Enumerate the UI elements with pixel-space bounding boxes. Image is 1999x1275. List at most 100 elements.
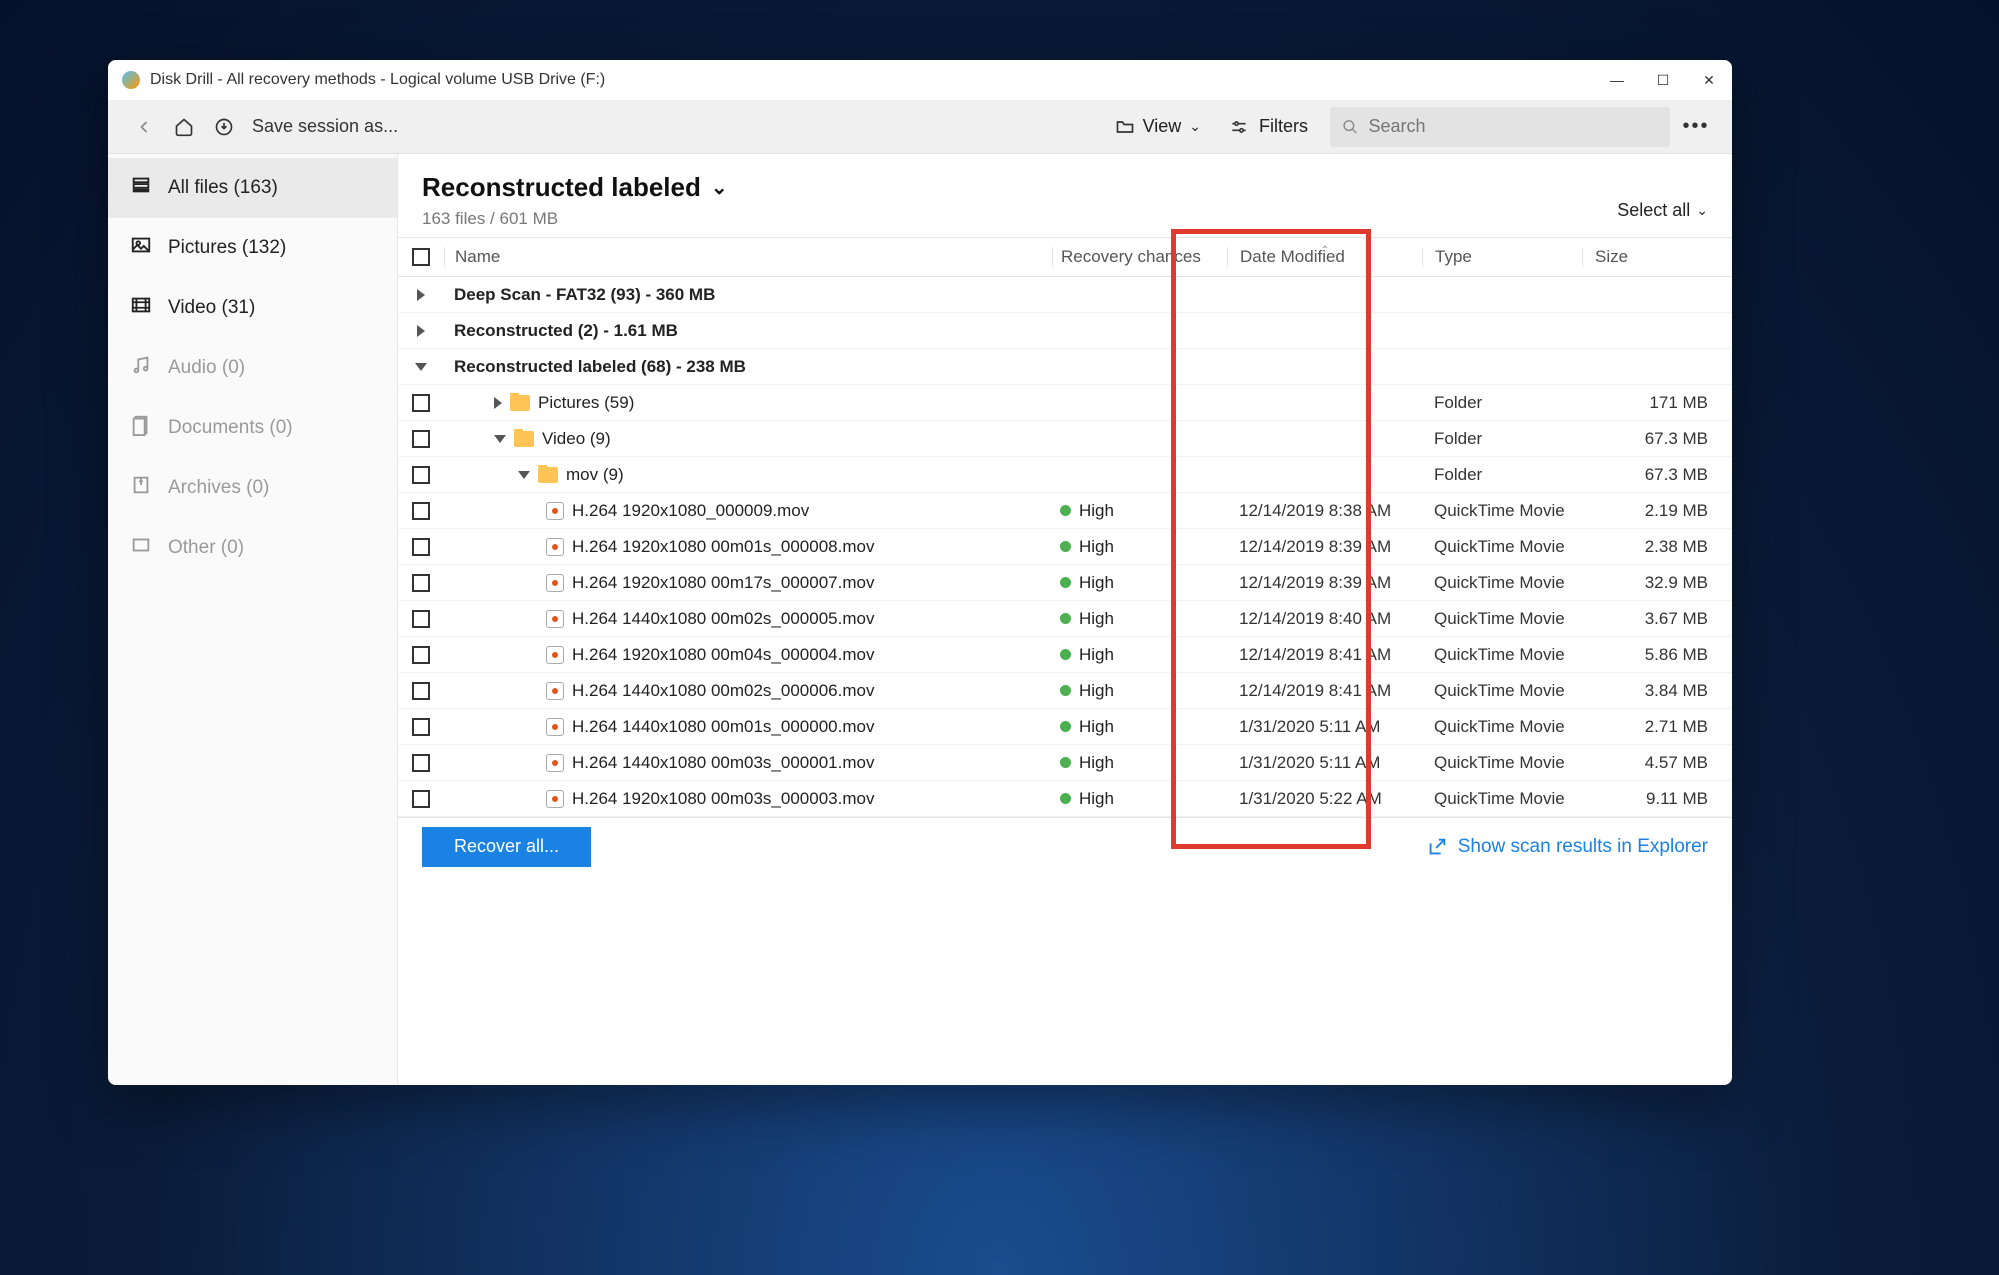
cell-size: 171 MB — [1582, 393, 1732, 413]
cell-size: 32.9 MB — [1582, 573, 1732, 593]
file-name: H.264 1920x1080 00m17s_000007.mov — [572, 573, 874, 593]
group-name: Deep Scan - FAT32 (93) - 360 MB — [454, 285, 715, 305]
row-checkbox[interactable] — [412, 790, 430, 808]
cell-recovery: High — [1079, 537, 1114, 557]
minimize-button[interactable]: — — [1594, 60, 1640, 100]
row-checkbox[interactable] — [412, 754, 430, 772]
file-name: H.264 1440x1080 00m03s_000001.mov — [572, 753, 874, 773]
window-title: Disk Drill - All recovery methods - Logi… — [150, 71, 1594, 89]
folder-row[interactable]: Pictures (59)Folder171 MB — [398, 385, 1732, 421]
file-row[interactable]: H.264 1920x1080 00m01s_000008.movHigh12/… — [398, 529, 1732, 565]
recovery-dot-icon — [1060, 685, 1071, 696]
more-button[interactable]: ••• — [1676, 107, 1716, 147]
select-all-checkbox[interactable] — [412, 248, 430, 266]
cell-recovery: High — [1079, 645, 1114, 665]
sidebar-item-archive[interactable]: Archives (0) — [108, 458, 397, 518]
row-checkbox[interactable] — [412, 574, 430, 592]
cell-size: 67.3 MB — [1582, 429, 1732, 449]
file-row[interactable]: H.264 1440x1080 00m03s_000001.movHigh1/3… — [398, 745, 1732, 781]
search-box[interactable] — [1330, 107, 1670, 147]
file-row[interactable]: H.264 1440x1080 00m02s_000005.movHigh12/… — [398, 601, 1732, 637]
sidebar-item-label: Audio (0) — [168, 357, 245, 379]
row-checkbox[interactable] — [412, 610, 430, 628]
mov-file-icon — [546, 754, 564, 772]
chevron-down-icon[interactable]: ⌄ — [711, 175, 728, 200]
row-checkbox[interactable] — [412, 394, 430, 412]
cell-type: QuickTime Movie — [1422, 789, 1582, 809]
group-row[interactable]: Deep Scan - FAT32 (93) - 360 MB — [398, 277, 1732, 313]
row-checkbox[interactable] — [412, 466, 430, 484]
cell-date: 12/14/2019 8:41 AM — [1227, 645, 1422, 665]
folder-icon — [538, 467, 558, 483]
show-in-explorer-link[interactable]: Show scan results in Explorer — [1426, 836, 1708, 858]
expand-toggle-icon[interactable] — [417, 325, 425, 337]
file-name: H.264 1440x1080 00m01s_000000.mov — [572, 717, 874, 737]
sidebar-item-doc[interactable]: Documents (0) — [108, 398, 397, 458]
col-date[interactable]: ⌃ Date Modified — [1227, 247, 1422, 267]
home-button[interactable] — [164, 107, 204, 147]
cell-date: 12/14/2019 8:40 AM — [1227, 609, 1422, 629]
expand-toggle-icon[interactable] — [415, 363, 427, 371]
expand-toggle-icon[interactable] — [518, 471, 530, 479]
file-row[interactable]: H.264 1920x1080 00m04s_000004.movHigh12/… — [398, 637, 1732, 673]
app-window: Disk Drill - All recovery methods - Logi… — [108, 60, 1732, 1085]
row-checkbox[interactable] — [412, 430, 430, 448]
filters-button[interactable]: Filters — [1215, 107, 1322, 147]
expand-toggle-icon[interactable] — [494, 435, 506, 443]
group-row[interactable]: Reconstructed labeled (68) - 238 MB — [398, 349, 1732, 385]
select-all-button[interactable]: Select all ⌄ — [1617, 200, 1708, 221]
mov-file-icon — [546, 790, 564, 808]
file-row[interactable]: H.264 1440x1080 00m01s_000000.movHigh1/3… — [398, 709, 1732, 745]
mov-file-icon — [546, 502, 564, 520]
row-checkbox[interactable] — [412, 646, 430, 664]
file-row[interactable]: H.264 1920x1080 00m03s_000003.movHigh1/3… — [398, 781, 1732, 817]
group-row[interactable]: Reconstructed (2) - 1.61 MB — [398, 313, 1732, 349]
col-size[interactable]: Size — [1582, 247, 1732, 267]
search-input[interactable] — [1368, 116, 1658, 137]
archive-icon — [130, 474, 152, 502]
sidebar-item-audio[interactable]: Audio (0) — [108, 338, 397, 398]
cell-type: QuickTime Movie — [1422, 537, 1582, 557]
view-dropdown[interactable]: View ⌄ — [1101, 107, 1215, 147]
group-name: Reconstructed (2) - 1.61 MB — [454, 321, 678, 341]
row-checkbox[interactable] — [412, 682, 430, 700]
close-button[interactable]: ✕ — [1686, 60, 1732, 100]
row-checkbox[interactable] — [412, 718, 430, 736]
sidebar-item-image[interactable]: Pictures (132) — [108, 218, 397, 278]
chevron-down-icon: ⌄ — [1189, 118, 1201, 135]
expand-toggle-icon[interactable] — [494, 397, 502, 409]
col-name[interactable]: Name — [444, 247, 1052, 267]
sidebar-item-stack[interactable]: All files (163) — [108, 158, 397, 218]
mov-file-icon — [546, 538, 564, 556]
file-row[interactable]: H.264 1920x1080 00m17s_000007.movHigh12/… — [398, 565, 1732, 601]
cell-type: QuickTime Movie — [1422, 501, 1582, 521]
expand-toggle-icon[interactable] — [417, 289, 425, 301]
row-checkbox[interactable] — [412, 538, 430, 556]
folder-row[interactable]: Video (9)Folder67.3 MB — [398, 421, 1732, 457]
sidebar-item-video[interactable]: Video (31) — [108, 278, 397, 338]
doc-icon — [130, 414, 152, 442]
cell-type: QuickTime Movie — [1422, 645, 1582, 665]
file-name: H.264 1440x1080 00m02s_000006.mov — [572, 681, 874, 701]
save-session-label[interactable]: Save session as... — [252, 116, 398, 137]
cell-date: 1/31/2020 5:22 AM — [1227, 789, 1422, 809]
col-type[interactable]: Type — [1422, 247, 1582, 267]
file-row[interactable]: H.264 1440x1080 00m02s_000006.movHigh12/… — [398, 673, 1732, 709]
app-icon — [122, 71, 140, 89]
col-recovery[interactable]: Recovery chances — [1052, 247, 1227, 267]
sidebar-item-other[interactable]: Other (0) — [108, 518, 397, 578]
recover-all-button[interactable]: Recover all... — [422, 827, 591, 867]
cell-date: 12/14/2019 8:39 AM — [1227, 573, 1422, 593]
other-icon — [130, 534, 152, 562]
sliders-icon — [1229, 117, 1249, 137]
save-session-icon[interactable] — [204, 107, 244, 147]
back-button[interactable] — [124, 107, 164, 147]
image-icon — [130, 234, 152, 262]
file-name: H.264 1920x1080_000009.mov — [572, 501, 809, 521]
mov-file-icon — [546, 610, 564, 628]
row-checkbox[interactable] — [412, 502, 430, 520]
maximize-button[interactable]: ☐ — [1640, 60, 1686, 100]
column-headers: Name Recovery chances ⌃ Date Modified Ty… — [398, 237, 1732, 277]
folder-row[interactable]: mov (9)Folder67.3 MB — [398, 457, 1732, 493]
file-row[interactable]: H.264 1920x1080_000009.movHigh12/14/2019… — [398, 493, 1732, 529]
